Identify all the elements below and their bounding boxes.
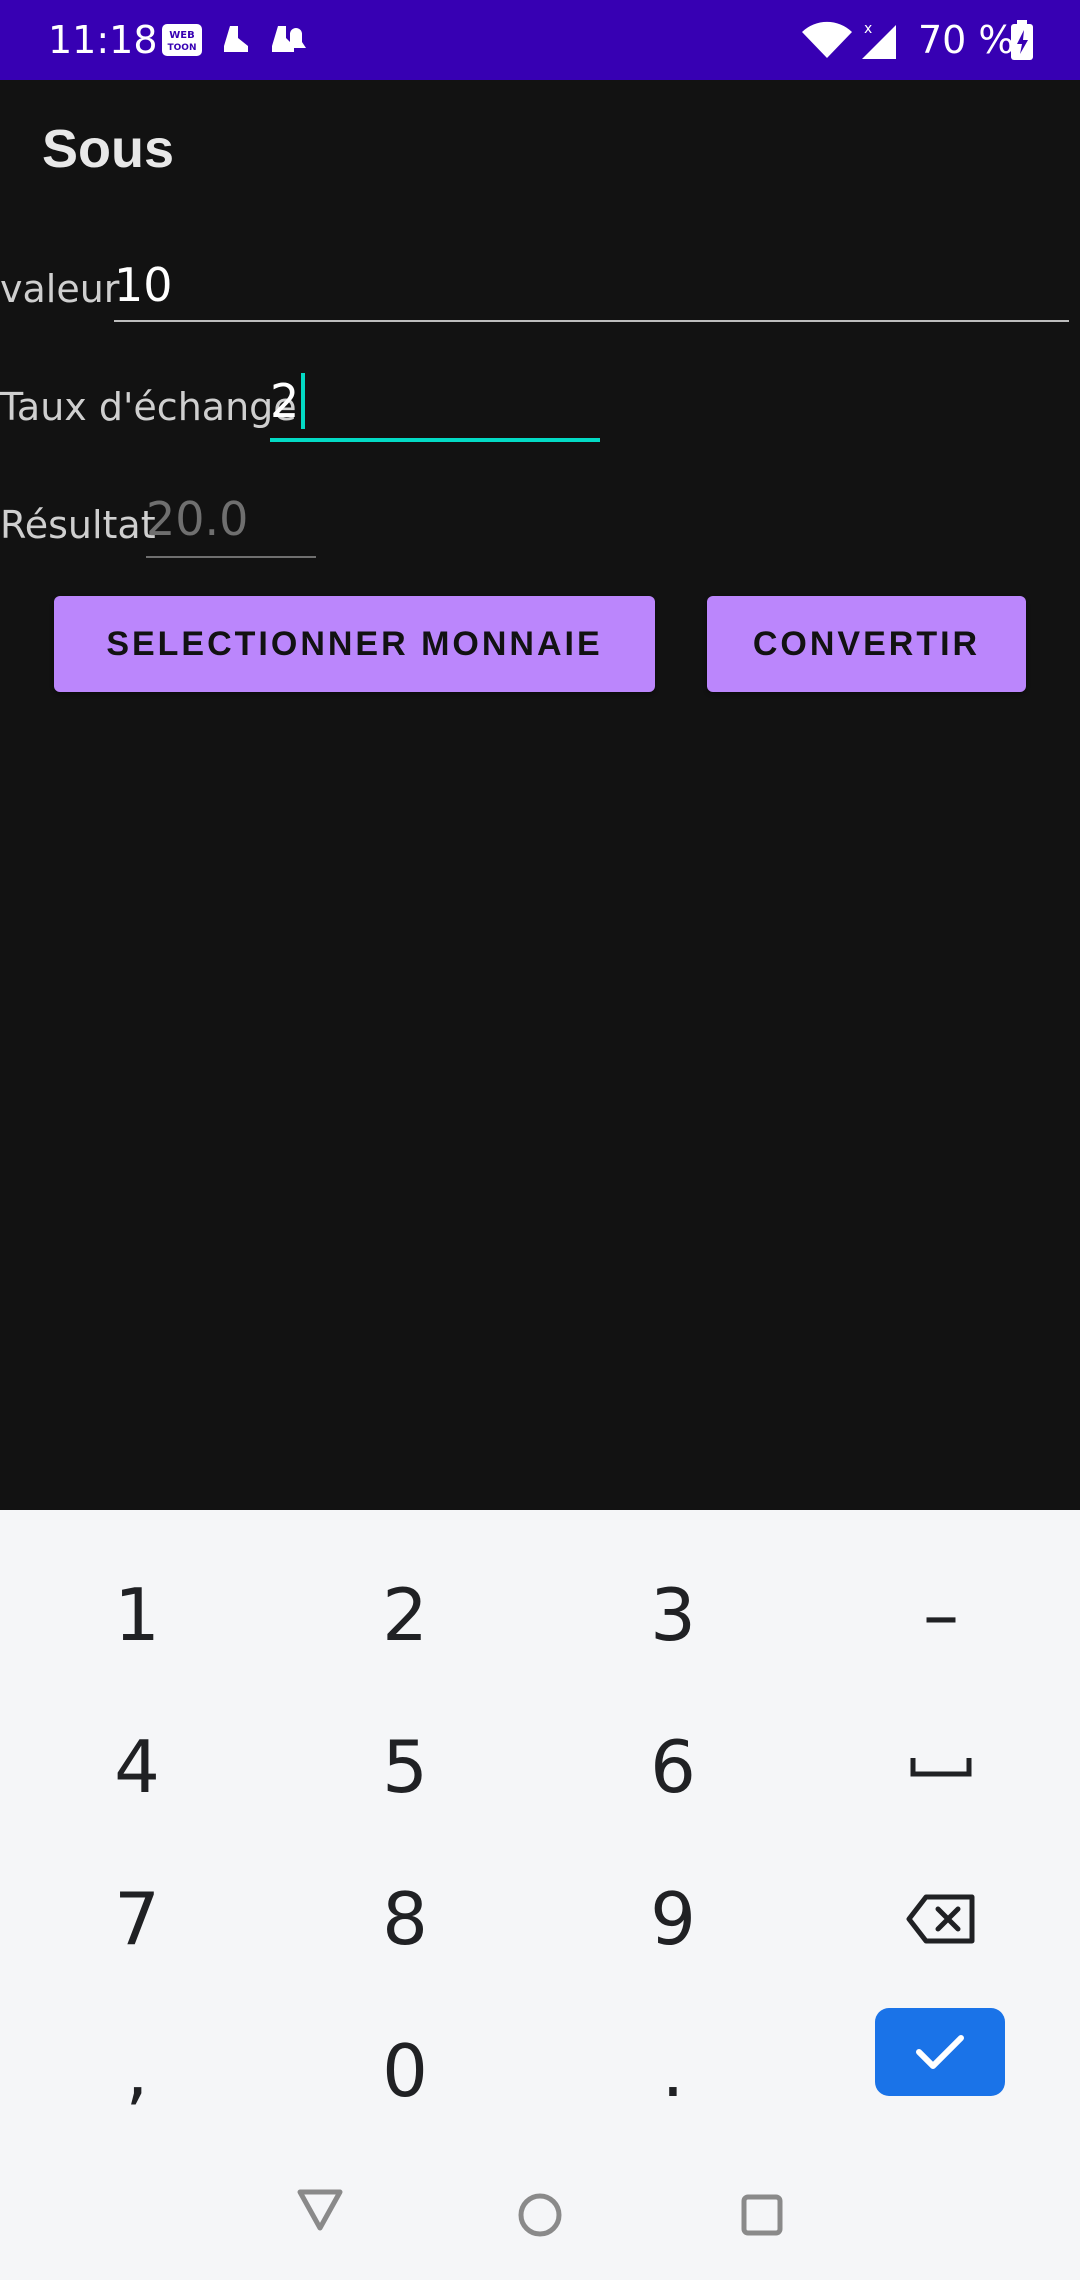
valeur-label: valeur [0,267,120,311]
key-space[interactable] [806,1692,1076,1842]
svg-text:WEB: WEB [169,30,194,41]
svg-text:TOON: TOON [168,43,197,53]
key-1[interactable]: 1 [2,1540,272,1690]
svg-text:x: x [864,21,872,37]
cell-signal-icon: x [858,18,900,62]
valeur-value: 10 [114,258,173,312]
valeur-input[interactable]: 10 [114,258,1069,318]
taux-value: 2 [270,374,300,428]
checkmark-icon [916,2035,964,2069]
status-time: 11:18 [48,18,158,62]
status-bar: 11:18 WEB TOON x 70 % [0,0,1080,80]
home-circle-icon [518,2193,562,2237]
taux-label: Taux d'échange [0,385,297,429]
select-currency-button[interactable]: SELECTIONNER MONNAIE [54,596,655,692]
key-7[interactable]: 7 [2,1844,272,1994]
app-title: Sous [42,119,175,179]
wifi-icon [800,18,854,62]
resultat-value: 20.0 [146,492,249,546]
resultat-field: 20.0 [146,492,316,552]
battery-icon [1008,18,1036,62]
nav-home-button[interactable] [500,2175,580,2255]
key-period[interactable]: . [538,1996,808,2146]
key-6[interactable]: 6 [538,1692,808,1842]
resultat-label: Résultat [0,503,156,547]
key-4[interactable]: 4 [2,1692,272,1842]
key-minus[interactable]: – [806,1540,1076,1690]
backspace-icon [906,1894,975,1944]
taux-underline [270,438,600,442]
key-2[interactable]: 2 [270,1540,540,1690]
taux-input[interactable]: 2 [270,372,600,436]
recents-square-icon [741,2194,783,2236]
nav-back-button[interactable] [280,2170,360,2250]
resultat-underline [146,556,316,558]
valeur-underline [114,320,1069,322]
webtoon-icon: WEB TOON [160,18,204,62]
key-done[interactable] [875,2008,1005,2096]
convert-button[interactable]: CONVERTIR [707,596,1026,692]
back-triangle-icon [297,2189,343,2231]
key-3[interactable]: 3 [538,1540,808,1690]
space-icon [910,1758,972,1777]
key-9[interactable]: 9 [538,1844,808,1994]
app-notification-icon [268,18,312,62]
app-notification-icon [218,18,254,62]
numeric-keyboard: 1 2 3 – 4 5 6 7 8 9 , 0 . [0,1510,1080,2280]
key-comma[interactable]: , [2,1996,272,2146]
text-cursor [301,372,306,429]
key-backspace[interactable] [806,1844,1076,1994]
battery-percent: 70 % [918,18,1015,62]
key-0[interactable]: 0 [270,1996,540,2146]
key-8[interactable]: 8 [270,1844,540,1994]
nav-recents-button[interactable] [722,2175,802,2255]
key-5[interactable]: 5 [270,1692,540,1842]
